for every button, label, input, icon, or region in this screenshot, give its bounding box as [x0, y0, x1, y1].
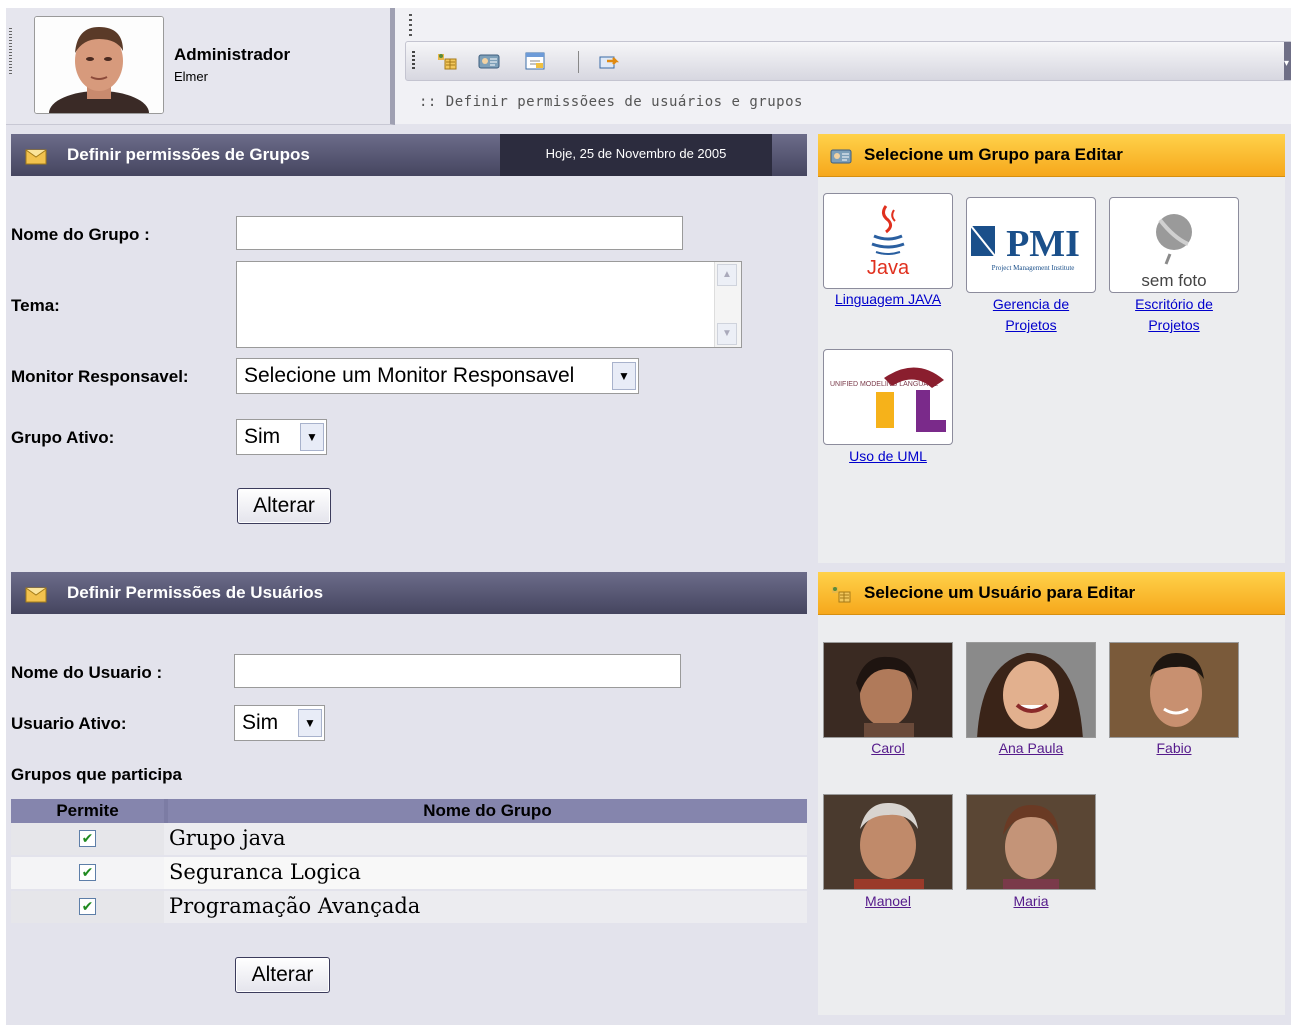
panel-title: Selecione um Usuário para Editar [864, 583, 1136, 602]
group-active-label: Grupo Ativo: [11, 428, 115, 447]
table-row: ✔ Seguranca Logica [11, 857, 807, 889]
scroll-down-icon[interactable]: ▼ [717, 323, 737, 345]
monitor-label: Monitor Responsavel: [11, 367, 189, 386]
user-photo-carol[interactable] [823, 642, 953, 738]
user-link-manoel[interactable]: Manoel [813, 891, 963, 912]
user-photo-ana-paula[interactable] [966, 642, 1096, 738]
user-card-icon[interactable] [478, 51, 500, 71]
toolbar [405, 41, 1291, 81]
breadcrumb: :: Definir permissõees de usuários e gru… [419, 94, 803, 110]
group-card-uml[interactable]: UNIFIED MODELING LANGUAGE UML [823, 349, 953, 445]
group-name-label: Nome do Grupo : [11, 225, 150, 244]
group-name-cell: Grupo java [169, 826, 286, 850]
dotted-grip-icon [409, 14, 412, 36]
group-submit-button[interactable]: Alterar [237, 488, 331, 524]
theme-textarea[interactable]: ▲ ▼ [236, 261, 742, 348]
pmi-logo-text: PMI [1006, 223, 1080, 265]
user-name: Elmer [174, 69, 208, 84]
allow-checkbox[interactable]: ✔ [79, 864, 96, 881]
toolbar-overflow-icon[interactable] [1284, 42, 1291, 80]
section-title: Definir Permissões de Usuários [67, 583, 324, 602]
toolbar-grip-icon[interactable] [412, 51, 415, 71]
group-icon [830, 584, 852, 604]
column-header-allow: Permite [11, 799, 164, 823]
users-section-header: Definir Permissões de Usuários [11, 572, 807, 614]
group-name-cell: Programação Avançada [169, 894, 421, 918]
textarea-scrollbar[interactable]: ▲ ▼ [714, 262, 741, 347]
drag-grip-icon[interactable] [9, 28, 12, 76]
user-name-input[interactable] [234, 654, 681, 688]
folder-envelope-icon [25, 146, 47, 166]
scroll-up-icon[interactable]: ▲ [717, 264, 737, 286]
theme-label: Tema: [11, 296, 60, 315]
toolbar-separator [578, 51, 579, 73]
group-icon[interactable] [436, 51, 458, 71]
group-link-uml[interactable]: Uso de UML [813, 446, 963, 467]
date-label: Hoje, 25 de Novembro de 2005 [500, 134, 772, 176]
user-link-carol[interactable]: Carol [813, 738, 963, 759]
group-card-no-photo[interactable]: sem foto [1109, 197, 1239, 293]
user-role: Administrador [174, 45, 291, 64]
toolbar-area: :: Definir permissõees de usuários e gru… [395, 8, 1291, 124]
table-row: ✔ Grupo java [11, 823, 807, 855]
group-name-input[interactable] [236, 216, 683, 250]
user-link-fabio[interactable]: Fabio [1099, 738, 1249, 759]
logout-arrow-icon[interactable] [598, 51, 620, 71]
chevron-down-icon[interactable]: ▼ [612, 362, 636, 390]
group-card-java[interactable]: Java [823, 193, 953, 289]
allow-checkbox[interactable]: ✔ [79, 898, 96, 915]
group-link-pmi[interactable]: Gerencia de Projetos [956, 294, 1106, 336]
user-active-select[interactable]: Sim ▼ [234, 705, 325, 741]
group-active-value: Sim [244, 425, 281, 448]
java-logo-text: Java [867, 257, 910, 279]
user-name-label: Nome do Usuario : [11, 663, 163, 682]
chevron-down-icon[interactable]: ▼ [300, 423, 324, 451]
user-picker-header: Selecione um Usuário para Editar [818, 572, 1285, 615]
group-picker-header: Selecione um Grupo para Editar [818, 134, 1285, 177]
avatar [34, 16, 164, 114]
groups-section-header: Definir permissões de Grupos Hoje, 25 de… [11, 134, 807, 176]
monitor-select[interactable]: Selecione um Monitor Responsavel ▼ [236, 358, 639, 394]
user-photo-fabio[interactable] [1109, 642, 1239, 738]
groups-participates-label: Grupos que participa [11, 765, 182, 784]
column-header-group: Nome do Grupo [168, 799, 807, 823]
window-icon[interactable] [524, 51, 546, 71]
group-link-java[interactable]: Linguagem JAVA [813, 289, 963, 310]
group-name-cell: Seguranca Logica [169, 860, 361, 884]
user-photo-maria[interactable] [966, 794, 1096, 890]
user-active-value: Sim [242, 711, 279, 734]
user-link-maria[interactable]: Maria [956, 891, 1106, 912]
user-photo-manoel[interactable] [823, 794, 953, 890]
monitor-select-value: Selecione um Monitor Responsavel [244, 364, 575, 387]
allow-checkbox[interactable]: ✔ [79, 830, 96, 847]
folder-envelope-icon [25, 584, 47, 604]
uml-logo-subtext: UNIFIED MODELING LANGUAGE [830, 381, 938, 388]
user-link-ana-paula[interactable]: Ana Paula [956, 738, 1106, 759]
user-card-icon [830, 146, 852, 166]
group-link-office[interactable]: Escritório de Projetos [1099, 294, 1249, 336]
profile-panel: Administrador Elmer [6, 8, 395, 125]
panel-title: Selecione um Grupo para Editar [864, 145, 1123, 164]
chevron-down-icon[interactable]: ▼ [298, 709, 322, 737]
group-card-pmi[interactable]: PMI Project Management Institute [966, 197, 1096, 293]
user-submit-button[interactable]: Alterar [235, 957, 330, 993]
section-title: Definir permissões de Grupos [67, 145, 310, 164]
user-active-label: Usuario Ativo: [11, 714, 127, 733]
no-photo-text: sem foto [1141, 271, 1206, 290]
group-active-select[interactable]: Sim ▼ [236, 419, 327, 455]
groups-table-header: Permite Nome do Grupo [11, 799, 807, 823]
table-row: ✔ Programação Avançada [11, 891, 807, 923]
pmi-logo-subtext: Project Management Institute [992, 264, 1075, 272]
uml-logo-text: UML [882, 439, 885, 441]
